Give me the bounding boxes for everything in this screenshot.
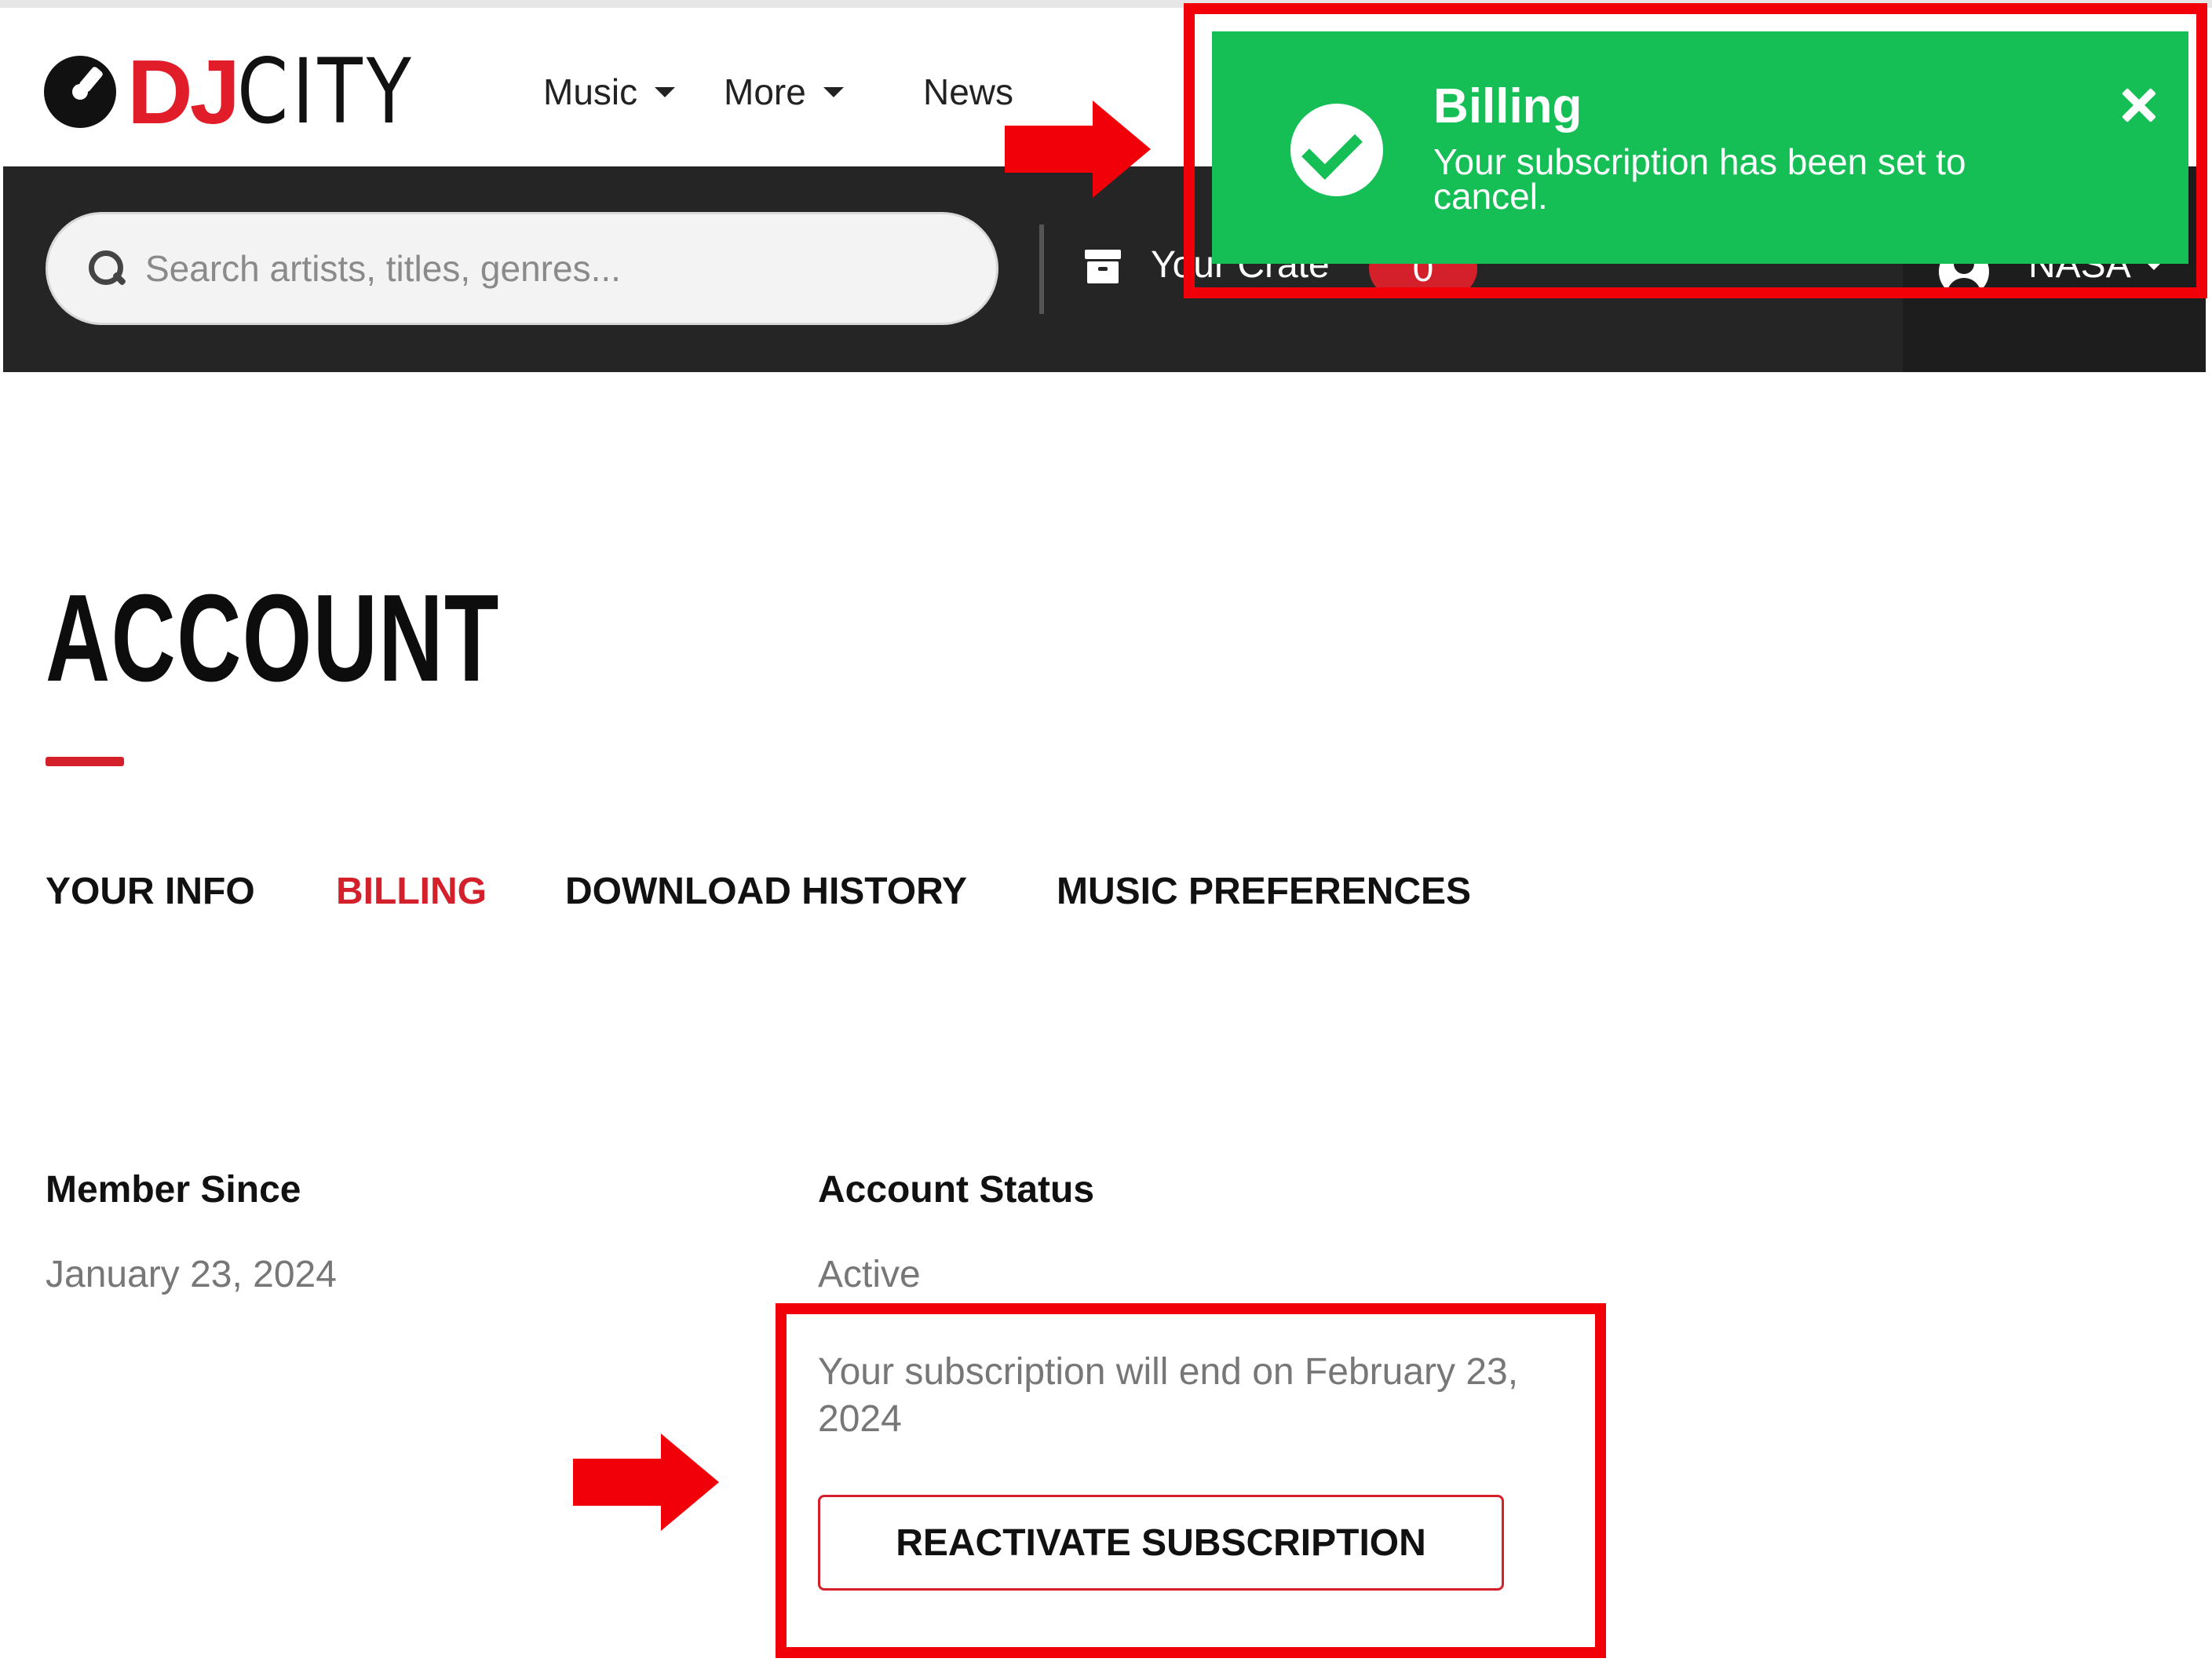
nav-music-label: Music [543, 71, 638, 112]
highlight-box-toast [1184, 3, 2207, 298]
chevron-down-icon [655, 86, 676, 97]
toolbar-divider [1039, 225, 1044, 314]
member-since-label: Member Since [46, 1169, 301, 1211]
nav-more-label: More [724, 71, 806, 112]
search-icon [89, 250, 125, 287]
tab-billing[interactable]: BILLING [336, 870, 487, 913]
nav-news[interactable]: News [923, 71, 1013, 113]
tab-download-history[interactable]: DOWNLOAD HISTORY [565, 870, 967, 913]
nav-music[interactable]: Music [543, 71, 676, 113]
search-bar[interactable] [46, 212, 998, 325]
nav-news-label: News [923, 71, 1014, 112]
arrow-right-icon [1005, 100, 1151, 198]
member-since-value: January 23, 2024 [46, 1254, 337, 1295]
account-status-value: Active [818, 1254, 921, 1295]
account-status-label: Account Status [818, 1169, 1095, 1211]
highlight-box-reactivate [776, 1303, 1606, 1658]
logo-text-city: CITY [237, 39, 416, 144]
logo-text-dj: DJ [127, 41, 240, 143]
page-title: ACCOUNT [46, 569, 500, 707]
search-input[interactable] [145, 247, 930, 290]
title-underline [46, 757, 124, 766]
djcity-logo[interactable]: DJ CITY [44, 39, 454, 144]
chevron-down-icon [823, 86, 844, 97]
arrow-right-icon [573, 1434, 719, 1531]
vinyl-record-icon [44, 56, 116, 128]
crate-icon[interactable] [1085, 250, 1121, 286]
nav-more[interactable]: More [724, 71, 844, 113]
tab-music-preferences[interactable]: MUSIC PREFERENCES [1057, 870, 1471, 913]
tab-your-info[interactable]: YOUR INFO [46, 870, 255, 913]
